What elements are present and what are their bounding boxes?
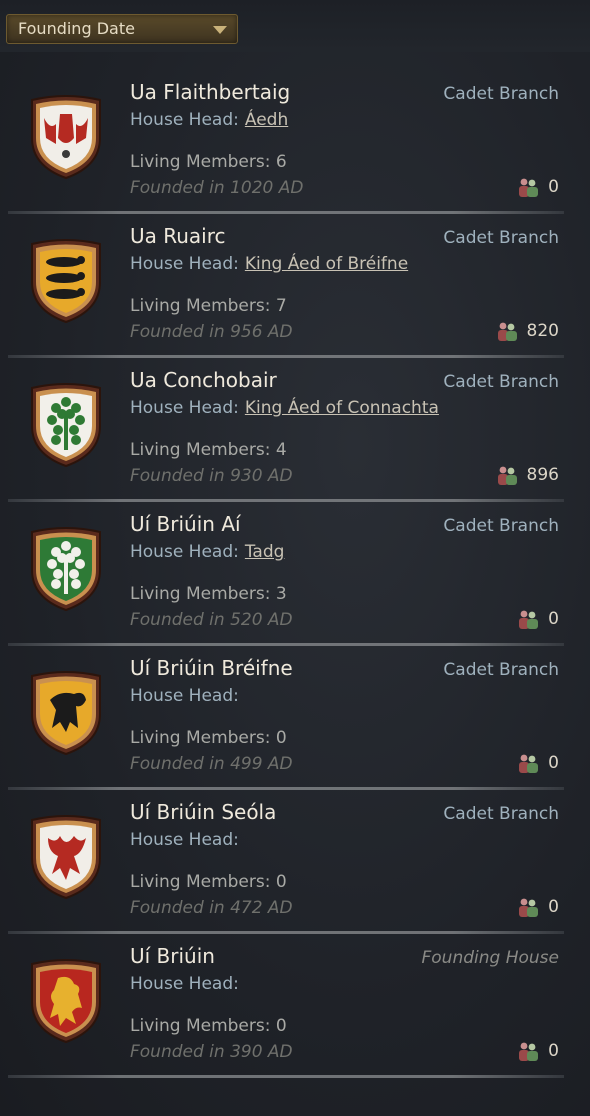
house-head-label: House Head: [130,974,239,994]
house-head-label: House Head: [130,254,239,274]
founded-date: Founded in 1020 AD [130,178,304,198]
chevron-down-icon [213,26,227,34]
living-members: Living Members: 0 [130,1016,287,1036]
sort-dropdown[interactable]: Founding Date [6,14,238,44]
members-count: 0 [516,176,559,198]
members-count-value: 0 [548,897,559,917]
house-branch-type: Cadet Branch [443,372,559,392]
founded-date: Founded in 930 AD [130,466,293,486]
members-count-value: 0 [548,177,559,197]
house-entry[interactable]: Ua Flaithbertaig Cadet Branch House Head… [8,70,564,214]
divider [8,1075,564,1078]
coat-of-arms-icon[interactable] [26,94,106,180]
house-head-label: House Head: [130,542,239,562]
house-list: Ua Flaithbertaig Cadet Branch House Head… [8,70,564,1078]
house-name: Uí Briúin [130,944,215,968]
founded-date: Founded in 956 AD [130,322,293,342]
house-branch-type: Founding House [421,948,560,968]
house-name: Uí Briúin Bréifne [130,656,293,680]
members-count-value: 0 [548,1041,559,1061]
house-name: Ua Conchobair [130,368,277,392]
house-branch-type: Cadet Branch [443,228,559,248]
people-icon [519,178,539,197]
house-entry[interactable]: Ua Ruairc Cadet Branch House Head: King Á… [8,214,564,358]
house-entry[interactable]: Uí Briúin Founding House House Head: Liv… [8,934,564,1078]
living-members: Living Members: 6 [130,152,287,172]
people-icon [519,754,539,773]
top-bar: Founding Date [0,0,590,52]
founded-date: Founded in 472 AD [130,898,293,918]
coat-of-arms-icon[interactable] [26,670,106,756]
house-head-label: House Head: [130,830,239,850]
house-name: Uí Briúin Aí [130,512,241,536]
sort-dropdown-label: Founding Date [18,19,135,38]
house-head: House Head: [130,830,239,850]
living-members: Living Members: 0 [130,872,287,892]
living-members: Living Members: 4 [130,440,287,460]
founded-date: Founded in 499 AD [130,754,293,774]
coat-of-arms-icon[interactable] [26,382,106,468]
founded-date: Founded in 520 AD [130,610,293,630]
house-head-link[interactable]: King Áed of Connachta [245,398,439,418]
members-count-value: 0 [548,753,559,773]
house-head-label: House Head: [130,686,239,706]
house-branch-type: Cadet Branch [443,516,559,536]
members-count: 0 [516,896,559,918]
house-head: House Head: King Áed of Bréifne [130,254,408,274]
house-head-label: House Head: [130,110,239,130]
members-count-value: 820 [526,321,559,341]
people-icon [519,610,539,629]
members-count: 0 [516,1040,559,1062]
coat-of-arms-icon[interactable] [26,238,106,324]
house-name: Ua Ruairc [130,224,226,248]
house-entry[interactable]: Ua Conchobair Cadet Branch House Head: Ki… [8,358,564,502]
house-head-link[interactable]: Áedh [245,110,288,130]
house-head: House Head: Áedh [130,110,288,130]
living-members: Living Members: 0 [130,728,287,748]
coat-of-arms-icon[interactable] [26,526,106,612]
house-head-link[interactable]: King Áed of Bréifne [245,254,408,274]
members-count: 0 [516,608,559,630]
house-head: House Head: [130,686,239,706]
people-icon [519,1042,539,1061]
members-count: 896 [495,464,559,486]
people-icon [497,466,517,485]
founded-date: Founded in 390 AD [130,1042,293,1062]
house-branch-type: Cadet Branch [443,84,559,104]
house-head-label: House Head: [130,398,239,418]
house-name: Ua Flaithbertaig [130,80,291,104]
coat-of-arms-icon[interactable] [26,814,106,900]
house-branch-type: Cadet Branch [443,660,559,680]
house-entry[interactable]: Uí Briúin Seóla Cadet Branch House Head:… [8,790,564,934]
people-icon [519,898,539,917]
members-count-value: 896 [526,465,559,485]
house-entry[interactable]: Uí Briúin Bréifne Cadet Branch House Hea… [8,646,564,790]
house-head: House Head: King Áed of Connachta [130,398,439,418]
coat-of-arms-icon[interactable] [26,958,106,1044]
people-icon [497,322,517,341]
house-branch-type: Cadet Branch [443,804,559,824]
living-members: Living Members: 7 [130,296,287,316]
living-members: Living Members: 3 [130,584,287,604]
house-head: House Head: [130,974,239,994]
members-count-value: 0 [548,609,559,629]
house-head-link[interactable]: Tadg [245,542,285,562]
house-entry[interactable]: Uí Briúin Aí Cadet Branch House Head: Tad… [8,502,564,646]
members-count: 0 [516,752,559,774]
house-head: House Head: Tadg [130,542,284,562]
house-name: Uí Briúin Seóla [130,800,277,824]
members-count: 820 [495,320,559,342]
